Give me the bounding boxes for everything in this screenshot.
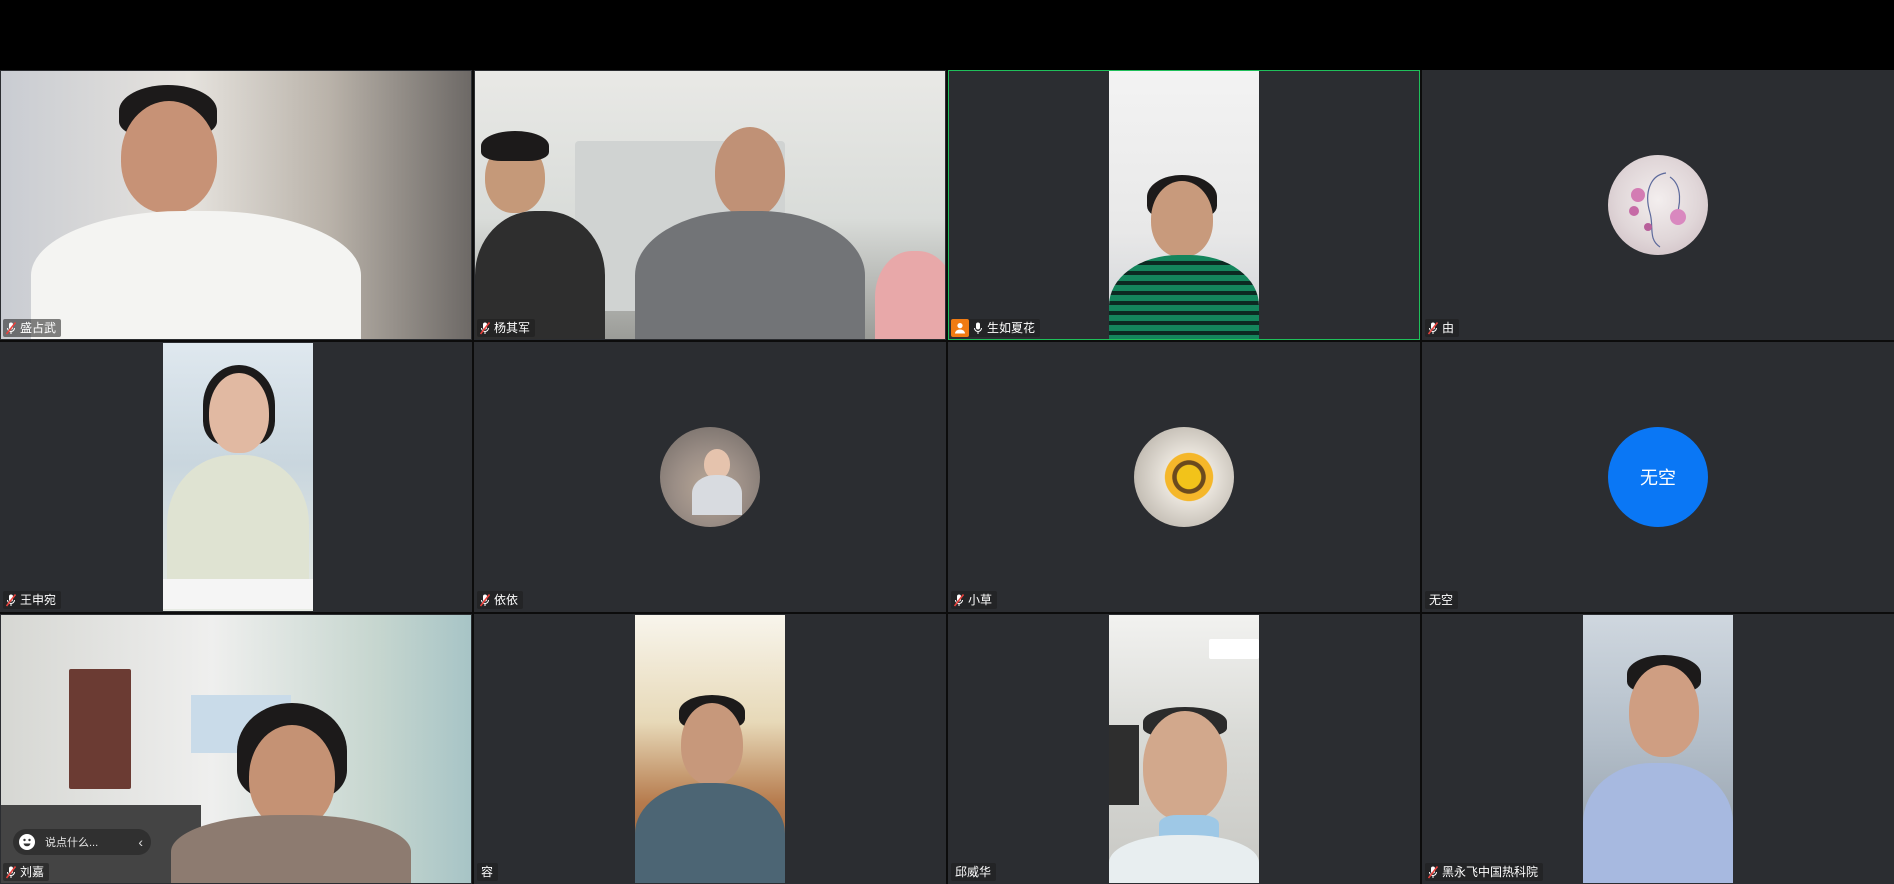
participant-avatar — [1134, 427, 1234, 527]
participant-name-label: 依依 — [477, 591, 524, 609]
participant-name-label: 邱威华 — [951, 863, 997, 881]
participant-name: 邱威华 — [955, 865, 992, 879]
participant-tile[interactable]: 邱威华 — [948, 614, 1420, 884]
participant-name: 生如夏花 — [987, 321, 1036, 335]
avatar-text: 无空 — [1640, 468, 1676, 488]
participant-avatar — [660, 427, 760, 527]
participant-avatar — [1608, 155, 1708, 255]
participant-text-avatar: 无空 — [1608, 427, 1708, 527]
participant-name-label: 杨其军 — [477, 319, 536, 337]
participant-tile[interactable]: 由 — [1422, 70, 1894, 340]
participant-video — [635, 615, 785, 883]
participant-name: 黑永飞中国热科院 — [1442, 865, 1539, 879]
participant-tile[interactable]: 说点什么... ‹ 刘嘉 — [0, 614, 472, 884]
mic-muted-icon[interactable] — [1428, 321, 1438, 335]
participant-name: 王申宛 — [20, 593, 57, 607]
participant-name-label: 由 — [1425, 319, 1460, 337]
participant-video — [163, 343, 313, 611]
participant-tile[interactable]: 容 — [474, 614, 946, 884]
video-grid: 盛占武 杨其军 生如夏花 由 王申宛 依依 小草 无空 无空 说点什么... ‹… — [0, 70, 1894, 884]
participant-name: 盛占武 — [20, 321, 57, 335]
participant-name-label: 王申宛 — [3, 591, 62, 609]
mic-muted-icon[interactable] — [954, 593, 964, 607]
chevron-left-icon[interactable]: ‹ — [138, 834, 143, 850]
participant-name-label: 生如夏花 — [951, 319, 1041, 337]
participant-name-label: 无空 — [1425, 591, 1459, 609]
participant-name-label: 容 — [477, 863, 499, 881]
mic-muted-icon[interactable] — [480, 593, 490, 607]
participant-tile[interactable]: 盛占武 — [0, 70, 472, 340]
participant-tile[interactable]: 王申宛 — [0, 342, 472, 612]
participant-tile[interactable]: 黑永飞中国热科院 — [1422, 614, 1894, 884]
participant-name: 小草 — [968, 593, 993, 607]
participant-name-label: 小草 — [951, 591, 998, 609]
participant-name-label: 黑永飞中国热科院 — [1425, 863, 1544, 881]
participant-name: 由 — [1442, 321, 1455, 335]
participant-video — [1109, 71, 1259, 339]
participant-video — [475, 71, 945, 339]
participant-tile[interactable]: 杨其军 — [474, 70, 946, 340]
participant-name: 刘嘉 — [20, 865, 45, 879]
participant-video — [1, 71, 471, 339]
participant-name-label: 盛占武 — [3, 319, 62, 337]
participant-tile[interactable]: 依依 — [474, 342, 946, 612]
participant-video — [1583, 615, 1733, 883]
chat-input-bar[interactable]: 说点什么... ‹ — [13, 829, 151, 855]
participant-tile[interactable]: 无空 无空 — [1422, 342, 1894, 612]
participant-tile[interactable]: 小草 — [948, 342, 1420, 612]
participant-tile-active-speaker[interactable]: 生如夏花 — [948, 70, 1420, 340]
top-black-bar — [0, 0, 1894, 70]
mic-muted-icon[interactable] — [6, 865, 16, 879]
mic-muted-icon[interactable] — [6, 593, 16, 607]
participant-name: 杨其军 — [494, 321, 531, 335]
mic-muted-icon[interactable] — [480, 321, 490, 335]
chat-placeholder[interactable]: 说点什么... — [45, 834, 128, 850]
mic-muted-icon[interactable] — [1428, 865, 1438, 879]
participant-name: 容 — [481, 865, 494, 879]
floral-portrait-icon — [1629, 172, 1686, 248]
participant-video — [1109, 615, 1259, 883]
participant-name-label: 刘嘉 — [3, 863, 50, 881]
emoji-smile-icon[interactable] — [19, 834, 35, 850]
participant-name: 依依 — [494, 593, 519, 607]
mic-muted-icon[interactable] — [6, 321, 16, 335]
participant-name: 无空 — [1429, 593, 1454, 607]
mic-icon[interactable] — [973, 322, 983, 335]
host-badge-icon — [951, 319, 969, 337]
